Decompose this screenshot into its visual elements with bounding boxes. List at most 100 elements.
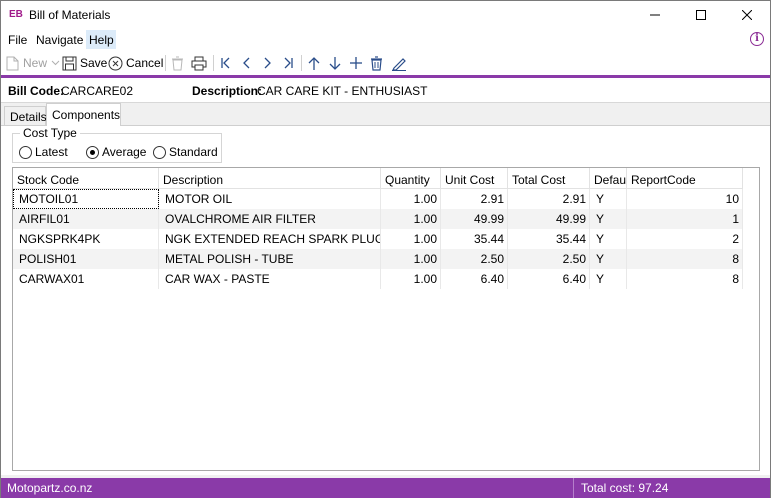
cell-total-cost[interactable]: 6.40 [508,269,590,289]
edit-button[interactable] [391,54,407,72]
cost-type-legend: Cost Type [20,126,80,140]
cell-quantity[interactable]: 1.00 [381,249,441,269]
table-row[interactable]: MOTOIL01 MOTOR OIL 1.00 2.91 2.91 Y 10 [13,189,743,209]
cell-unit-cost[interactable]: 2.50 [441,249,508,269]
move-down-button[interactable] [329,54,341,72]
cell-default[interactable]: Y [590,249,627,269]
save-icon [62,56,77,70]
menu-navigate[interactable]: Navigate [36,33,83,47]
cell-quantity[interactable]: 1.00 [381,229,441,249]
cell-total-cost[interactable]: 49.99 [508,209,590,229]
move-up-button[interactable] [308,54,320,72]
column-header-quantity[interactable]: Quantity [381,168,441,189]
cell-description[interactable]: NGK EXTENDED REACH SPARK PLUGS - 4 PAC [159,229,381,249]
bill-code-label: Bill Code: [8,84,64,98]
bill-code-value: CARCARE02 [61,84,134,98]
radio-latest[interactable]: Latest [19,145,68,159]
delete-disabled-button[interactable] [171,54,184,72]
table-row[interactable]: NGKSPRK4PKNGK EXTENDED REACH SPARK PLUGS… [13,229,743,249]
cell-report-code[interactable]: 2 [627,229,743,249]
minimize-button[interactable] [632,1,678,29]
menu-help[interactable]: Help [86,30,116,49]
save-label: Save [80,56,108,70]
info-icon[interactable]: i [750,32,764,46]
cell-unit-cost[interactable]: 35.44 [441,229,508,249]
new-button[interactable]: New [6,54,60,72]
first-record-icon [221,57,230,69]
cell-description[interactable]: MOTOR OIL [159,189,381,209]
cell-description[interactable]: OVALCHROME AIR FILTER [159,209,381,229]
tab-details[interactable]: Details [4,106,47,125]
arrow-up-icon [308,56,320,70]
radio-average[interactable]: Average [86,145,146,159]
cell-quantity[interactable]: 1.00 [381,269,441,289]
delete-row-button[interactable] [370,54,383,72]
column-header-stock-code[interactable]: Stock Code [13,168,159,189]
next-record-button[interactable] [261,54,273,72]
last-record-button[interactable] [282,54,294,72]
status-divider [573,478,574,498]
column-header-report-code[interactable]: ReportCode [627,168,743,189]
radio-standard-circle[interactable] [153,145,166,159]
cell-unit-cost[interactable]: 6.40 [441,269,508,289]
cell-unit-cost[interactable]: 2.91 [441,189,508,209]
cell-report-code[interactable]: 8 [627,249,743,269]
cell-report-code[interactable]: 10 [627,189,743,209]
table-row[interactable]: CARWAX01 CAR WAX - PASTE 1.00 6.40 6.40 Y 8 [13,269,743,289]
save-button[interactable]: Save [62,54,107,72]
app-logo-icon: EB [9,9,23,20]
menu-file[interactable]: File [8,33,27,47]
cell-quantity[interactable]: 1.00 [381,189,441,209]
column-header-description[interactable]: Description [159,168,381,189]
cell-total-cost[interactable]: 35.44 [508,229,590,249]
cell-stock-code[interactable]: AIRFIL01 [13,209,159,229]
column-header-unit-cost[interactable]: Unit Cost [441,168,508,189]
radio-latest-circle[interactable] [19,145,32,159]
close-button[interactable] [724,1,770,29]
chevron-right-icon [264,57,271,69]
radio-latest-label: Latest [35,145,68,159]
table-row[interactable]: POLISH01 METAL POLISH - TUBE 1.00 2.50 2.50 Y… [13,249,743,269]
print-button[interactable] [191,54,207,72]
arrow-down-icon [329,56,341,70]
table-row[interactable]: AIRFIL01 OVALCHROME AIR FILTER 1.00 49.99 49… [13,209,743,229]
add-row-button[interactable] [349,54,363,72]
cancel-icon [108,56,123,70]
column-header-total-cost[interactable]: Total Cost [508,168,590,189]
cell-quantity[interactable]: 1.00 [381,209,441,229]
first-record-button[interactable] [220,54,232,72]
cell-stock-code[interactable]: MOTOIL01 [13,189,159,209]
maximize-icon [696,10,706,20]
toolbar-separator [301,55,302,71]
cell-unit-cost[interactable]: 49.99 [441,209,508,229]
bill-of-materials-window: EB Bill of Materials File Navigate Help … [0,0,771,498]
radio-average-circle[interactable] [86,145,99,159]
cell-default[interactable]: Y [590,269,627,289]
cancel-label: Cancel [126,56,164,70]
cell-report-code[interactable]: 8 [627,269,743,289]
cancel-button[interactable]: Cancel [108,54,163,72]
cell-total-cost[interactable]: 2.50 [508,249,590,269]
cell-description[interactable]: CAR WAX - PASTE [159,269,381,289]
maximize-button[interactable] [678,1,724,29]
column-header-default[interactable]: Default [590,168,627,189]
printer-icon [191,56,207,70]
cell-default[interactable]: Y [590,209,627,229]
trash-icon [172,56,183,70]
cell-total-cost[interactable]: 2.91 [508,189,590,209]
status-bar: Motopartz.co.nz Total cost: 97.24 [1,478,770,498]
company-name: Motopartz.co.nz [7,481,93,495]
previous-record-button[interactable] [241,54,253,72]
cell-stock-code[interactable]: POLISH01 [13,249,159,269]
cell-description[interactable]: METAL POLISH - TUBE [159,249,381,269]
cell-stock-code[interactable]: CARWAX01 [13,269,159,289]
chevron-down-icon [51,60,60,66]
components-grid[interactable]: Stock Code Description Quantity Unit Cost To… [12,167,760,471]
components-panel: Cost Type Latest Average Standard Stock … [1,125,770,475]
tab-components[interactable]: Components [46,103,121,126]
cell-stock-code[interactable]: NGKSPRK4PK [13,229,159,249]
cell-default[interactable]: Y [590,229,627,249]
cell-default[interactable]: Y [590,189,627,209]
cell-report-code[interactable]: 1 [627,209,743,229]
radio-standard[interactable]: Standard [153,145,218,159]
